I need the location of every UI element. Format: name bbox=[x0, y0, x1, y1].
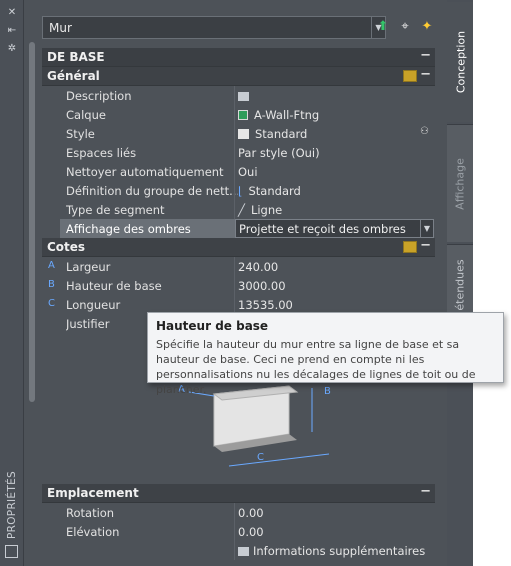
tooltip-body: Spécifie la hauteur du mur entre sa lign… bbox=[156, 338, 476, 396]
tooltip: Hauteur de base Spécifie la hauteur du m… bbox=[147, 312, 504, 396]
info-editor-icon bbox=[238, 547, 249, 556]
category-general[interactable]: Général − bbox=[42, 67, 435, 86]
scrollbar[interactable] bbox=[28, 42, 37, 402]
collapse-icon[interactable]: − bbox=[420, 67, 431, 82]
property-row-description[interactable]: Description bbox=[42, 86, 435, 105]
property-row-style[interactable]: Style Standard ⚇ bbox=[42, 124, 435, 143]
object-type-dropdown[interactable]: Mur ▼ bbox=[42, 16, 386, 39]
property-row-base-height[interactable]: B Hauteur de base 3000.00 bbox=[42, 276, 435, 295]
tab-rail: Conception Affichage étendues bbox=[447, 0, 511, 566]
property-row-layer[interactable]: Calque A-Wall-Ftng bbox=[42, 105, 435, 124]
palette-title-strip[interactable]: ✕ ⇤ ✲ PROPRIÉTÉS bbox=[0, 0, 24, 566]
palette-menu-icon[interactable] bbox=[5, 545, 18, 558]
chevron-down-icon[interactable]: ▼ bbox=[420, 220, 433, 237]
property-row-rotation[interactable]: Rotation 0.00 bbox=[42, 503, 435, 522]
section-base[interactable]: DE BASE − bbox=[42, 48, 435, 67]
style-manager-icon[interactable]: ⚇ bbox=[420, 126, 429, 137]
property-grid: DE BASE − Général − Description Calque A… bbox=[42, 48, 435, 333]
collapse-icon[interactable]: − bbox=[420, 484, 431, 499]
tooltip-title: Hauteur de base bbox=[156, 319, 269, 333]
property-row-segment-type[interactable]: Type de segment ╱ Ligne bbox=[42, 200, 435, 219]
close-icon[interactable]: ✕ bbox=[4, 6, 20, 20]
wall-diagram-graphic bbox=[188, 385, 330, 467]
cleanup-group-icon: ⌊ bbox=[238, 184, 243, 198]
category-location[interactable]: Emplacement − bbox=[42, 484, 435, 503]
property-row-elevation[interactable]: Elévation 0.00 bbox=[42, 522, 435, 541]
properties-palette: ✕ ⇤ ✲ PROPRIÉTÉS Mur ▼ ⬆ ⌖ ✦ DE BASE − G… bbox=[0, 0, 511, 566]
diagram-label-c: C bbox=[257, 452, 264, 463]
property-row-width[interactable]: A Largeur 240.00 bbox=[42, 257, 435, 276]
tab-conception[interactable]: Conception bbox=[447, 2, 473, 122]
add-to-selection-icon[interactable]: ⬆ bbox=[374, 18, 392, 36]
palette-body: Mur ▼ ⬆ ⌖ ✦ DE BASE − Général − Descript… bbox=[24, 0, 447, 566]
property-row-cleanup-group[interactable]: Définition du groupe de nett... ⌊ Standar… bbox=[42, 181, 435, 200]
shadow-display-dropdown[interactable]: Projette et reçoit des ombres ▼ bbox=[235, 219, 434, 238]
scrollbar-thumb[interactable] bbox=[29, 42, 35, 402]
property-grid-location: Emplacement − Rotation 0.00 Elévation 0.… bbox=[42, 484, 435, 560]
property-row-cleanup[interactable]: Nettoyer automatiquement Oui bbox=[42, 162, 435, 181]
collapse-icon[interactable]: − bbox=[420, 48, 431, 63]
palette-title: PROPRIÉTÉS bbox=[6, 471, 18, 539]
settings-icon[interactable]: ✲ bbox=[4, 42, 20, 56]
quick-select-icon[interactable]: ✦ bbox=[418, 18, 436, 36]
category-tool-icon[interactable] bbox=[403, 241, 417, 253]
category-dimensions[interactable]: Cotes − bbox=[42, 238, 435, 257]
autohide-icon[interactable]: ⇤ bbox=[4, 24, 20, 38]
select-objects-icon[interactable]: ⌖ bbox=[396, 18, 414, 36]
line-segment-icon: ╱ bbox=[238, 203, 245, 217]
additional-info-link[interactable]: Informations supplémentaires bbox=[42, 541, 435, 560]
style-icon bbox=[238, 129, 249, 139]
layer-color-icon bbox=[238, 110, 248, 120]
wall-dimension-diagram: A B C bbox=[169, 384, 359, 479]
property-row-bound-spaces[interactable]: Espaces liés Par style (Oui) bbox=[42, 143, 435, 162]
collapse-icon[interactable]: − bbox=[420, 238, 431, 253]
tab-affichage[interactable]: Affichage bbox=[447, 124, 473, 242]
object-type-value: Mur bbox=[49, 21, 72, 35]
category-tool-icon[interactable] bbox=[403, 70, 417, 82]
property-row-shadow-display[interactable]: Affichage des ombres Projette et reçoit … bbox=[42, 219, 435, 238]
description-editor-icon[interactable] bbox=[238, 92, 249, 101]
